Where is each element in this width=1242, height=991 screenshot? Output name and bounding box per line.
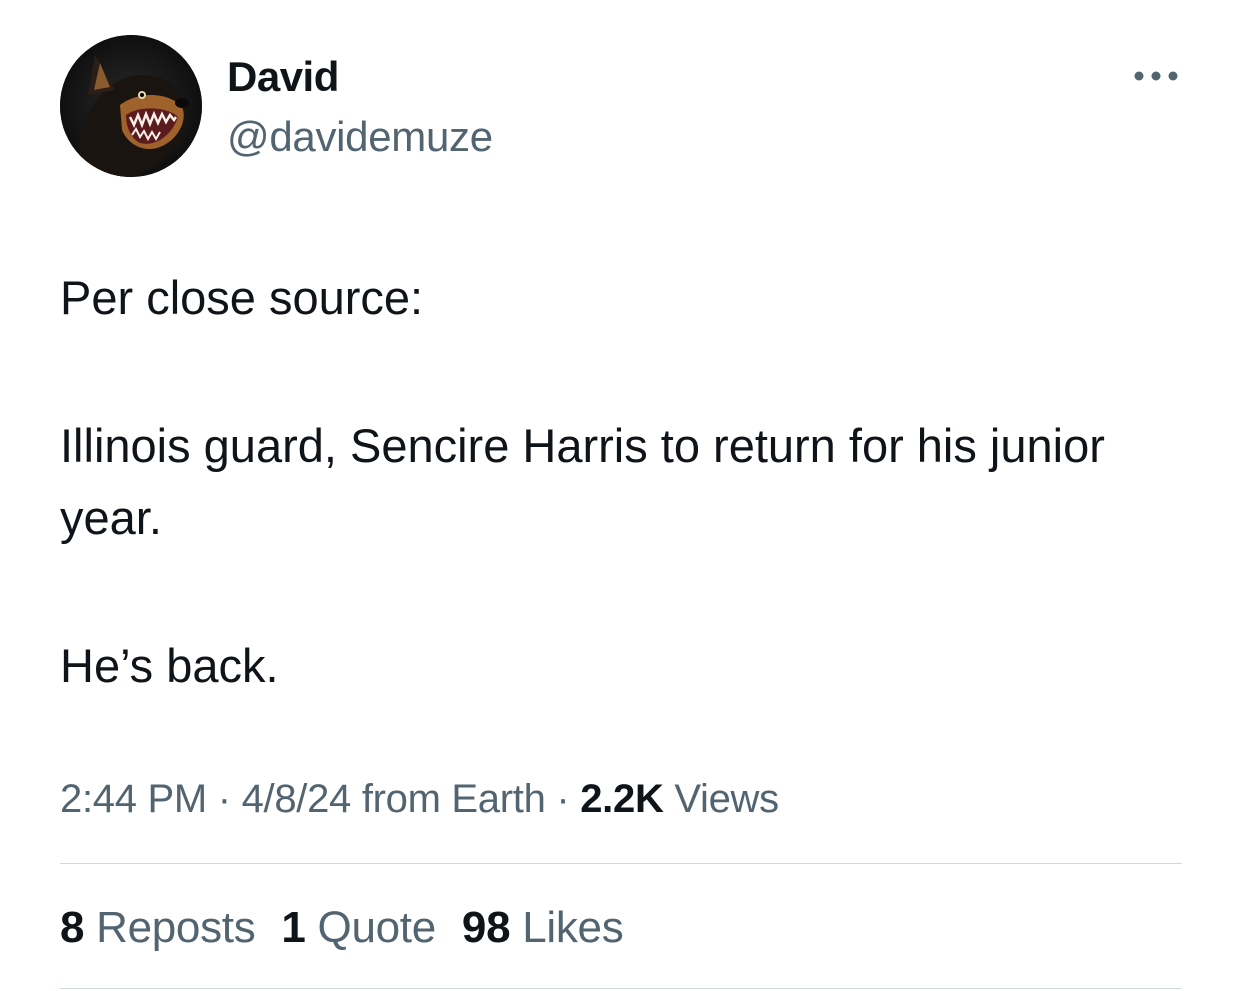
reposts-count: 8 <box>60 903 85 952</box>
views-label[interactable]: Views <box>674 777 779 821</box>
meta-separator: · <box>556 777 570 821</box>
tweet-paragraph: He’s back. <box>60 639 279 692</box>
meta-separator: · <box>217 777 231 821</box>
more-horizontal-icon <box>1134 71 1178 81</box>
quotes-stat[interactable]: 1 Quote <box>281 902 437 954</box>
snarling-dog-avatar-image <box>60 35 202 177</box>
author-handle[interactable]: @davidemuze <box>227 112 493 162</box>
reposts-label: Reposts <box>96 903 256 952</box>
author-display-name[interactable]: David <box>227 52 339 102</box>
engagement-stats: 8 Reposts 1 Quote 98 Likes <box>60 902 624 954</box>
tweet-detail: David @davidemuze Per close source: Illi… <box>0 0 1242 991</box>
views-count[interactable]: 2.2K <box>580 777 664 821</box>
quotes-count: 1 <box>281 903 306 952</box>
more-options-button[interactable] <box>1126 58 1186 94</box>
divider <box>60 863 1182 864</box>
likes-label: Likes <box>522 903 624 952</box>
tweet-text: Per close source: Illinois guard, Sencir… <box>60 262 1190 702</box>
divider <box>60 988 1182 989</box>
tweet-paragraph: Illinois guard, Sencire Harris to return… <box>60 419 1105 544</box>
tweet-paragraph: Per close source: <box>60 271 424 324</box>
likes-count: 98 <box>461 903 511 952</box>
likes-stat[interactable]: 98 Likes <box>462 902 624 954</box>
tweet-time[interactable]: 2:44 PM <box>60 777 207 821</box>
tweet-source: from Earth <box>361 777 546 821</box>
tweet-date[interactable]: 4/8/24 <box>242 777 352 821</box>
tweet-meta: 2:44 PM · 4/8/24 from Earth · 2.2K Views <box>60 774 779 824</box>
avatar[interactable] <box>60 35 202 177</box>
quotes-label: Quote <box>317 903 437 952</box>
reposts-stat[interactable]: 8 Reposts <box>60 902 256 954</box>
